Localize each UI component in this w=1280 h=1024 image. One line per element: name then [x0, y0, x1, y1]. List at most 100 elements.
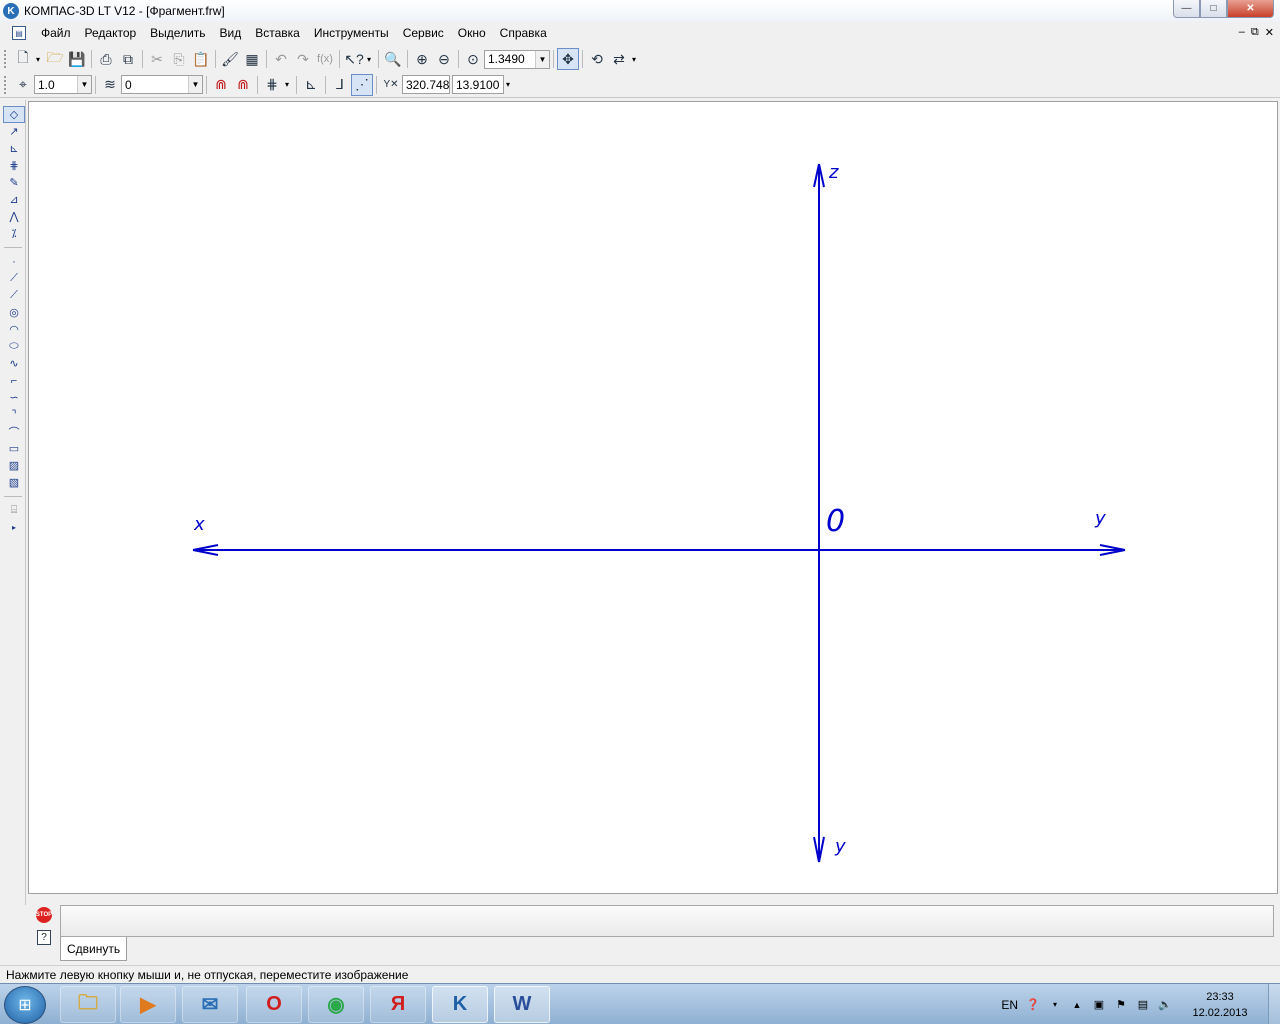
menu-view[interactable]: Вид — [213, 26, 249, 40]
taskbar-media-player-button[interactable]: ▶ — [120, 986, 176, 1023]
language-indicator[interactable]: EN — [1001, 998, 1018, 1012]
show-hidden-icons-icon[interactable]: ▲ — [1070, 998, 1084, 1012]
ortho-mode-icon[interactable]: ⅃ — [329, 74, 351, 96]
mdi-restore-button[interactable]: ⧉ — [1251, 26, 1259, 39]
grid-icon[interactable]: ⋕ — [261, 74, 283, 96]
new-document-icon[interactable]: 🗋 — [12, 48, 34, 70]
local-coordinates-icon[interactable]: ⊾ — [300, 74, 322, 96]
toolbar-grip[interactable] — [4, 75, 8, 94]
notation-panel-icon[interactable]: ⊾ — [3, 140, 25, 157]
action-center-flag-icon[interactable]: ⚑ — [1114, 998, 1128, 1012]
select-panel-icon[interactable]: ⋀ — [3, 208, 25, 225]
measure-panel-icon[interactable]: ⊿ — [3, 191, 25, 208]
polyline-tool-icon[interactable]: ⌐ — [3, 372, 25, 389]
zoom-all-icon[interactable]: ⊙ — [462, 48, 484, 70]
document-manager-icon[interactable]: ⧉ — [117, 48, 139, 70]
taskbar-yandex-button[interactable]: Я — [370, 986, 426, 1023]
chevron-down-icon[interactable]: ▾ — [36, 55, 44, 64]
layers-icon[interactable]: ≋ — [99, 74, 121, 96]
arc-tool-icon[interactable]: ◠ — [3, 321, 25, 338]
print-preview-icon[interactable]: ⎙ — [95, 48, 117, 70]
language-help-icon[interactable]: ❓ — [1026, 998, 1040, 1012]
start-button[interactable]: ⊞ — [4, 986, 46, 1024]
auxiliary-line-icon[interactable]: ⟋ — [3, 270, 25, 287]
menu-window[interactable]: Окно — [451, 26, 493, 40]
snap-magnet-icon[interactable]: ⋒ — [210, 74, 232, 96]
volume-icon[interactable]: 🔈 — [1158, 998, 1172, 1012]
network-icon[interactable]: ▤ — [1136, 998, 1150, 1012]
mdi-minimize-button[interactable]: – — [1239, 26, 1245, 39]
collection-geometry-icon[interactable]: ⌸ — [3, 502, 25, 519]
cut-icon[interactable]: ✂ — [146, 48, 168, 70]
zoom-select[interactable]: 1.3490 ▼ — [484, 49, 550, 69]
continuous-input-icon[interactable]: ∿ — [3, 355, 25, 372]
layer-select[interactable]: 0 ▼ — [121, 75, 203, 94]
segment-tool-icon[interactable]: ⟋ — [3, 287, 25, 304]
menu-insert[interactable]: Вставка — [248, 26, 307, 40]
function-icon[interactable]: f(x) — [314, 48, 336, 70]
toolbar-overflow-icon[interactable]: ▾ — [632, 55, 640, 64]
chevron-down-icon[interactable]: ▼ — [535, 50, 549, 68]
rebuild-icon[interactable]: ⇄ — [608, 48, 630, 70]
format-brush-icon[interactable]: 🖌 — [219, 48, 241, 70]
copy-icon[interactable]: ⎘ — [168, 48, 190, 70]
local-snap-icon[interactable]: ⋒ — [232, 74, 254, 96]
app-tray-icon[interactable]: ▣ — [1092, 998, 1106, 1012]
geometry-panel-icon[interactable]: ◇ — [3, 106, 25, 123]
taskbar-mail-button[interactable]: ✉ — [182, 986, 238, 1023]
save-icon[interactable]: 💾 — [66, 48, 88, 70]
spline-tool-icon[interactable]: ∽ — [3, 389, 25, 406]
chevron-down-icon[interactable]: ▼ — [188, 76, 202, 93]
coordinates-icon[interactable]: Y ✕ — [380, 74, 402, 96]
point-tool-icon[interactable]: · — [3, 253, 25, 270]
refresh-view-icon[interactable]: ⟲ — [586, 48, 608, 70]
fillet-tool-icon[interactable]: ⌒ — [3, 423, 25, 440]
rectangle-tool-icon[interactable]: ▭ — [3, 440, 25, 457]
document-icon[interactable]: ▤ — [12, 26, 26, 40]
menu-editor[interactable]: Редактор — [78, 26, 144, 40]
ellipse-tool-icon[interactable]: ⬭ — [3, 338, 25, 355]
zoom-window-icon[interactable]: 🔍 — [382, 48, 404, 70]
chevron-down-icon[interactable]: ▼ — [77, 76, 91, 93]
properties-icon[interactable]: ▦ — [241, 48, 263, 70]
coord-x-field[interactable]: 320.748 — [402, 75, 450, 94]
close-button[interactable]: ✕ — [1227, 0, 1274, 18]
paste-icon[interactable]: 📋 — [190, 48, 212, 70]
undo-icon[interactable]: ↶ — [270, 48, 292, 70]
menu-select[interactable]: Выделить — [143, 26, 212, 40]
editing-panel-icon[interactable]: ⋕ — [3, 157, 25, 174]
dimensions-panel-icon[interactable]: ↗ — [3, 123, 25, 140]
tab-pan[interactable]: Сдвинуть — [60, 937, 128, 961]
minimize-button[interactable]: — — [1173, 0, 1200, 18]
panel-overflow-icon[interactable]: ▸ — [3, 519, 25, 536]
menu-help[interactable]: Справка — [493, 26, 554, 40]
redo-icon[interactable]: ↷ — [292, 48, 314, 70]
toolbar-overflow-icon[interactable]: ▾ — [506, 80, 514, 89]
pan-icon[interactable]: ✥ — [557, 48, 579, 70]
clock[interactable]: 23:33 12.02.2013 — [1180, 989, 1260, 1021]
stop-icon[interactable]: STOP — [36, 907, 52, 923]
taskbar-chrome-button[interactable]: ◉ — [308, 986, 364, 1023]
cursor-step-icon[interactable]: ⌖ — [12, 74, 34, 96]
coord-y-field[interactable]: 13.9100 — [452, 75, 504, 94]
mdi-close-button[interactable]: ✕ — [1265, 26, 1274, 39]
spec-panel-icon[interactable]: ⁒ — [3, 225, 25, 242]
drawing-canvas[interactable]: z 0 x y y — [28, 101, 1278, 894]
menu-file[interactable]: Файл — [34, 26, 78, 40]
show-desktop-button[interactable] — [1268, 984, 1280, 1024]
toolbar-grip[interactable] — [4, 50, 8, 68]
parametrization-panel-icon[interactable]: ✎ — [3, 174, 25, 191]
fill-tool-icon[interactable]: ▧ — [3, 474, 25, 491]
taskbar-kompas-button[interactable]: K — [432, 986, 488, 1023]
circle-tool-icon[interactable]: ◎ — [3, 304, 25, 321]
step-select[interactable]: 1.0 ▼ — [34, 75, 92, 94]
taskbar-word-button[interactable]: W — [494, 986, 550, 1023]
context-help-icon[interactable]: ↖? — [343, 48, 365, 70]
chamfer-tool-icon[interactable]: ⌝ — [3, 406, 25, 423]
zoom-out-icon[interactable]: ⊖ — [433, 48, 455, 70]
restore-button[interactable]: □ — [1200, 0, 1227, 18]
chevron-down-icon[interactable]: ▾ — [285, 80, 293, 89]
hatch-tool-icon[interactable]: ▨ — [3, 457, 25, 474]
menu-tools[interactable]: Инструменты — [307, 26, 396, 40]
zoom-in-icon[interactable]: ⊕ — [411, 48, 433, 70]
